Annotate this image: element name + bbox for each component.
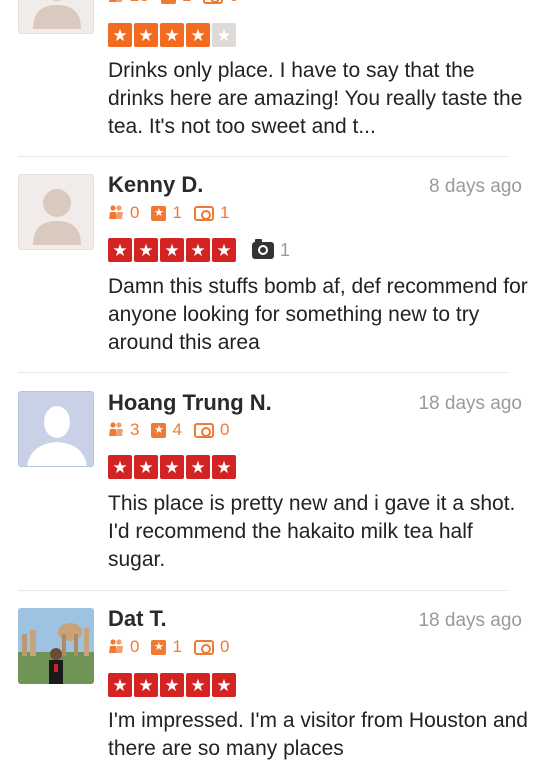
star-icon: ★ [212, 455, 236, 479]
reviews-count: 4 [172, 420, 182, 439]
review-date: 18 days ago [418, 610, 522, 631]
reviews-count: 1 [172, 203, 182, 222]
star-icon: ★ [186, 238, 210, 262]
star-icon: ★ [134, 673, 158, 697]
reviews-icon: ★ [151, 422, 167, 438]
star-icon: ★ [160, 455, 184, 479]
avatar[interactable] [18, 0, 94, 34]
reviewer-name[interactable]: Dat T. [108, 606, 167, 632]
camera-icon [252, 238, 274, 259]
star-icon: ★ [160, 673, 184, 697]
star-icon: ★ [186, 673, 210, 697]
reviews-icon: ★ [151, 205, 167, 221]
star-icon: ★ [108, 23, 132, 47]
reviewer-stats: 0 ★ 1 1 [108, 203, 241, 223]
divider [18, 372, 508, 373]
user-photo-avatar-icon [18, 608, 94, 684]
photos-icon [193, 639, 214, 655]
star-icon: ★ [134, 455, 158, 479]
friends-icon [108, 638, 124, 656]
photos-count: 1 [219, 203, 230, 222]
friends-count: 28 [130, 0, 149, 6]
star-icon: ★ [186, 455, 210, 479]
star-icon: ★ [134, 238, 158, 262]
friends-count: 0 [130, 203, 140, 222]
star-icon: ★ [160, 23, 184, 47]
star-icon: ★ [160, 238, 184, 262]
avatar[interactable] [18, 391, 94, 467]
friends-icon [108, 421, 124, 439]
friends-count: 0 [130, 637, 140, 656]
star-icon: ★ [108, 238, 132, 262]
review-text[interactable]: This place is pretty new and i gave it a… [108, 490, 528, 574]
avatar[interactable] [18, 174, 94, 250]
review-date: 8 days ago [429, 176, 522, 197]
star-rating: ★ ★ ★ ★ ★ [108, 672, 238, 698]
star-rating: ★ ★ ★ ★ ★ 1 [108, 237, 290, 263]
divider [18, 590, 508, 591]
photos-count: 0 [229, 0, 238, 6]
avatar[interactable] [18, 608, 94, 684]
star-icon: ★ [212, 673, 236, 697]
star-icon: ★ [108, 673, 132, 697]
review-text[interactable]: Damn this stuffs bomb af, def recommend … [108, 273, 528, 357]
friends-count: 3 [130, 420, 140, 439]
reviewer-name[interactable]: Kenny D. [108, 172, 203, 198]
photos-icon [203, 0, 224, 4]
reviewer-stats: 0 ★ 1 0 [108, 637, 241, 657]
friends-icon [108, 204, 124, 222]
review-date: 18 days ago [418, 393, 522, 414]
star-icon: ★ [108, 455, 132, 479]
star-icon: ★ [212, 238, 236, 262]
photos-count: 0 [219, 637, 230, 656]
reviewer-stats: 28 ★ 1 0 [108, 0, 251, 6]
star-rating: ★ ★ ★ ★ ★ [108, 22, 238, 48]
silhouette-avatar-icon [20, 393, 93, 466]
friends-icon [108, 0, 124, 5]
reviews-count: 1 [182, 0, 191, 6]
reviewer-stats: 3 ★ 4 0 [108, 420, 241, 440]
default-avatar-icon [33, 189, 81, 245]
star-icon: ★ [186, 23, 210, 47]
reviewer-name[interactable]: Hoang Trung N. [108, 390, 272, 416]
photos-icon [193, 205, 214, 221]
default-avatar-icon [33, 0, 81, 29]
review-text[interactable]: Drinks only place. I have to say that th… [108, 57, 528, 141]
photos-icon [193, 422, 214, 438]
reviews-count: 1 [172, 637, 182, 656]
star-icon: ★ [212, 23, 236, 47]
star-rating: ★ ★ ★ ★ ★ [108, 454, 238, 480]
review-text[interactable]: I'm impressed. I'm a visitor from Housto… [108, 707, 528, 763]
review-photo-count[interactable]: 1 [252, 238, 291, 261]
reviews-icon: ★ [160, 0, 176, 4]
photo-count-label: 1 [280, 239, 291, 260]
star-icon: ★ [134, 23, 158, 47]
divider [18, 156, 508, 157]
photos-count: 0 [219, 420, 230, 439]
reviews-icon: ★ [151, 639, 167, 655]
